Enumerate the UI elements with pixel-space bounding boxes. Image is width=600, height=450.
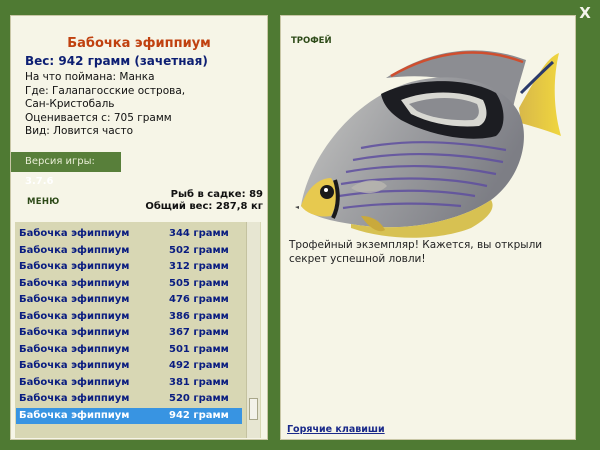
- catch-list-item[interactable]: Бабочка эфиппиум 942 грамм: [16, 407, 242, 424]
- version-bar: Версия игры: 3.7.6: [11, 152, 121, 187]
- version-value: 3.7.6: [25, 176, 54, 187]
- fish-info-panel: Бабочка эфиппиум Вес: 942 грамм (зачетна…: [10, 15, 268, 440]
- list-scrollbar[interactable]: [246, 222, 260, 438]
- scrollbar-thumb[interactable]: [249, 398, 258, 420]
- catch-item-name: Бабочка эфиппиум: [19, 393, 130, 404]
- catch-item-weight: 942 грамм: [169, 409, 229, 421]
- total-weight: Общий вес: 287,8 кг: [145, 201, 263, 212]
- detail-counted-from: Оценивается с: 705 грамм: [25, 111, 172, 124]
- catch-list-item[interactable]: Бабочка эфиппиум 381 грамм: [16, 375, 242, 391]
- catch-item-name: Бабочка эфиппиум: [19, 294, 130, 305]
- catch-list: Бабочка эфиппиум 344 грамм Бабочка эфиппиу…: [15, 222, 261, 438]
- catch-item-name: Бабочка эфиппиум: [19, 376, 130, 388]
- trophy-panel: ТРОФЕЙ Трофейный экземпляр! Кажется, вы …: [280, 15, 576, 440]
- version-label: Версия игры:: [25, 156, 95, 167]
- catch-list-item[interactable]: Бабочка эфиппиум 502 грамм: [16, 243, 242, 259]
- catch-item-weight: 476 грамм: [169, 294, 229, 305]
- detail-location: Где: Галапагосские острова,: [25, 84, 186, 97]
- catch-item-weight: 381 грамм: [169, 376, 229, 388]
- menu-button[interactable]: МЕНЮ: [27, 197, 60, 207]
- catch-item-name: Бабочка эфиппиум: [19, 327, 130, 338]
- catch-list-item[interactable]: Бабочка эфиппиум 501 грамм: [16, 342, 242, 358]
- catch-stats: Рыб в садке: 89 Общий вес: 287,8 кг: [145, 189, 263, 213]
- fish-details: На что поймана: Манка Где: Галапагосские…: [25, 71, 185, 139]
- catch-item-name: Бабочка эфиппиум: [19, 261, 130, 272]
- catch-item-weight: 386 грамм: [169, 310, 229, 322]
- catch-list-item[interactable]: Бабочка эфиппиум 520 грамм: [16, 391, 242, 407]
- hotkeys-link[interactable]: Горячие клавиши: [287, 424, 385, 435]
- catch-item-weight: 492 грамм: [169, 360, 229, 371]
- catch-list-item[interactable]: Бабочка эфиппиум 476 грамм: [16, 292, 242, 308]
- catch-item-weight: 344 грамм: [169, 228, 229, 239]
- fish-count: Рыб в садке: 89: [170, 189, 263, 200]
- catch-item-weight: 501 грамм: [169, 343, 229, 355]
- detail-bait: На что поймана: Манка: [25, 71, 155, 83]
- detail-frequency: Вид: Ловится часто: [25, 125, 133, 137]
- catch-item-weight: 520 грамм: [169, 393, 229, 404]
- fish-weight: Вес: 942 грамм (зачетная): [25, 54, 208, 68]
- catch-list-item[interactable]: Бабочка эфиппиум 344 грамм: [16, 226, 242, 242]
- detail-location-cont: Сан-Кристобаль: [25, 98, 115, 110]
- catch-list-item[interactable]: Бабочка эфиппиум 386 грамм: [16, 309, 242, 325]
- catch-item-weight: 505 грамм: [169, 277, 229, 289]
- trophy-message: Трофейный экземпляр! Кажется, вы открыли…: [289, 239, 543, 265]
- catch-item-name: Бабочка эфиппиум: [19, 310, 130, 322]
- catch-item-weight: 502 грамм: [169, 244, 229, 256]
- catch-list-item[interactable]: Бабочка эфиппиум 505 грамм: [16, 276, 242, 292]
- catch-list-item[interactable]: Бабочка эфиппиум 367 грамм: [16, 325, 242, 341]
- fish-image: [295, 50, 561, 238]
- close-icon[interactable]: X: [576, 4, 594, 22]
- catch-item-name: Бабочка эфиппиум: [19, 277, 130, 289]
- catch-item-name: Бабочка эфиппиум: [19, 228, 130, 239]
- catch-item-name: Бабочка эфиппиум: [19, 360, 130, 371]
- fish-name-title: Бабочка эфиппиум: [67, 36, 211, 51]
- catch-list-item[interactable]: Бабочка эфиппиум 312 грамм: [16, 259, 242, 275]
- catch-item-name: Бабочка эфиппиум: [19, 343, 130, 355]
- catch-item-weight: 367 грамм: [169, 327, 229, 338]
- catch-item-name: Бабочка эфиппиум: [19, 409, 130, 421]
- catch-list-item[interactable]: Бабочка эфиппиум 492 грамм: [16, 358, 242, 374]
- catch-item-weight: 312 грамм: [169, 261, 229, 272]
- catch-item-name: Бабочка эфиппиум: [19, 244, 130, 256]
